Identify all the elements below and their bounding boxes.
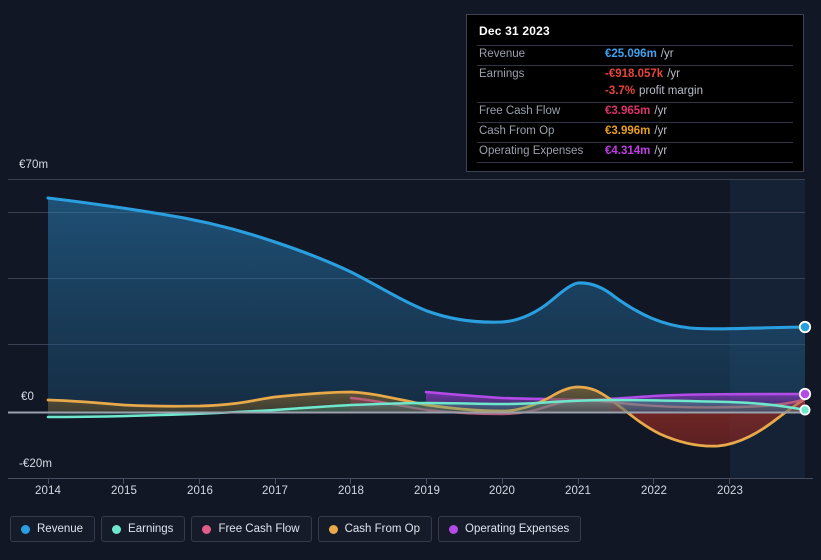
- tooltip-title: Dec 31 2023: [479, 24, 550, 38]
- x-axis-label-2021: 2021: [565, 485, 591, 497]
- y-axis-label-bottom: -€20m: [19, 458, 53, 470]
- x-axis-label-2016: 2016: [187, 485, 213, 497]
- legend-label-operating-expenses: Operating Expenses: [465, 523, 570, 535]
- tooltip-value-cash-from-op: €3.996m: [605, 125, 651, 137]
- legend-item-cash-from-op[interactable]: Cash From Op: [317, 516, 433, 542]
- legend-label-free-cash-flow: Free Cash Flow: [218, 523, 300, 535]
- legend-dot-icon-cash-from-op: [328, 524, 338, 534]
- legend-item-free-cash-flow[interactable]: Free Cash Flow: [191, 516, 312, 542]
- tooltip-unit-revenue: /yr: [660, 48, 674, 60]
- tooltip-row-profit-margin: -3.7% profit margin: [477, 85, 793, 102]
- tooltip-row-free-cash-flow: Free Cash Flow €3.965m /yr: [477, 102, 793, 122]
- tooltip-value-operating-expenses: €4.314m: [605, 145, 651, 157]
- endpoint-marker-operating-expenses: [798, 387, 812, 401]
- tooltip-footer-divider: [477, 162, 793, 165]
- tooltip-label-operating-expenses: Operating Expenses: [479, 145, 584, 157]
- tooltip-value-revenue: €25.096m: [605, 48, 657, 60]
- tooltip-unit-profit-margin: profit margin: [639, 85, 703, 97]
- tooltip-row-cash-from-op: Cash From Op €3.996m /yr: [477, 122, 793, 142]
- legend-label-cash-from-op: Cash From Op: [344, 523, 421, 535]
- tooltip-unit-cash-from-op: /yr: [654, 125, 668, 137]
- x-axis-label-2022: 2022: [641, 485, 667, 497]
- x-axis-label-2015: 2015: [111, 485, 137, 497]
- x-axis-label-2020: 2020: [489, 485, 515, 497]
- legend-item-operating-expenses[interactable]: Operating Expenses: [438, 516, 582, 542]
- tooltip-row-revenue: Revenue €25.096m /yr: [477, 45, 793, 65]
- tooltip-unit-earnings: /yr: [667, 68, 680, 80]
- tooltip-label-revenue: Revenue: [479, 48, 526, 60]
- chart-legend: Revenue Earnings Free Cash Flow Cash Fro…: [10, 516, 582, 542]
- y-axis-label-top: €70m: [19, 159, 49, 171]
- x-axis-label-2017: 2017: [262, 485, 288, 497]
- x-axis-label-2014: 2014: [35, 485, 61, 497]
- x-axis-label-2018: 2018: [338, 485, 364, 497]
- tooltip-value-profit-margin: -3.7%: [605, 85, 636, 97]
- tooltip-value-earnings: -€918.057k: [605, 68, 664, 80]
- legend-label-revenue: Revenue: [37, 523, 84, 535]
- tooltip-label-earnings: Earnings: [479, 68, 525, 80]
- legend-dot-icon-earnings: [112, 524, 122, 534]
- tooltip-row-operating-expenses: Operating Expenses €4.314m /yr: [477, 142, 793, 162]
- legend-dot-icon-operating-expenses: [449, 524, 459, 534]
- y-axis-label-zero: €0: [21, 391, 34, 403]
- legend-item-revenue[interactable]: Revenue: [10, 516, 96, 542]
- endpoint-marker-revenue: [798, 320, 812, 334]
- legend-dot-icon-revenue: [21, 524, 30, 534]
- tooltip-unit-free-cash-flow: /yr: [654, 105, 668, 117]
- x-axis-label-2019: 2019: [414, 485, 440, 497]
- legend-label-earnings: Earnings: [128, 523, 174, 535]
- tooltip-row-earnings: Earnings -€918.057k /yr: [477, 65, 793, 85]
- tooltip-unit-operating-expenses: /yr: [654, 145, 668, 157]
- x-axis-label-2023: 2023: [717, 485, 743, 497]
- financial-chart: €70m €0 -€20m 2014 2015 2016 2017 2018 2…: [0, 0, 821, 560]
- data-tooltip: Dec 31 2023 Revenue €25.096m /yr Earning…: [466, 14, 804, 172]
- legend-item-earnings[interactable]: Earnings: [101, 516, 186, 542]
- tooltip-value-free-cash-flow: €3.965m: [605, 105, 651, 117]
- tooltip-label-cash-from-op: Cash From Op: [479, 125, 555, 137]
- tooltip-label-free-cash-flow: Free Cash Flow: [479, 105, 561, 117]
- legend-dot-icon-free-cash-flow: [202, 524, 212, 534]
- endpoint-marker-earnings: [799, 404, 811, 416]
